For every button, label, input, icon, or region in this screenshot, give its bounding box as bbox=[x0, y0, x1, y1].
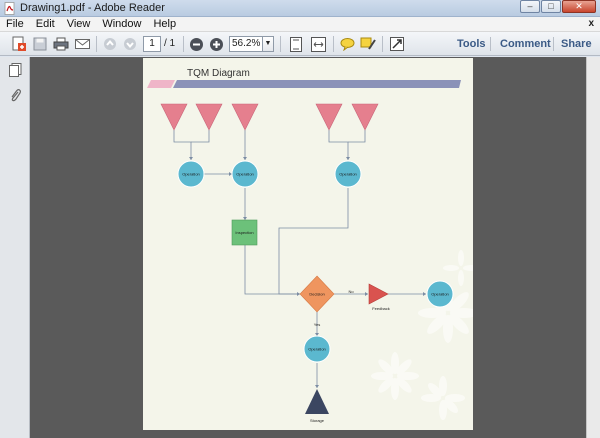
feedback-label: Feedback bbox=[372, 306, 390, 311]
toolbar-separator bbox=[96, 36, 97, 52]
fit-page-button[interactable] bbox=[286, 35, 306, 53]
fit-width-icon bbox=[310, 36, 326, 52]
title-bar: Drawing1.pdf - Adobe Reader – □ ✕ bbox=[0, 0, 600, 17]
attachments-icon[interactable] bbox=[9, 88, 22, 102]
operation-label: Operation bbox=[182, 172, 200, 177]
previous-page-icon bbox=[104, 38, 116, 50]
toolbar-separator bbox=[333, 36, 334, 52]
source-triangle bbox=[160, 103, 188, 131]
decision-label: Decision bbox=[309, 292, 324, 297]
operation-label: Operation bbox=[308, 347, 326, 352]
source-triangle bbox=[195, 103, 223, 131]
chevron-down-icon: ▼ bbox=[264, 40, 272, 47]
menu-window[interactable]: Window bbox=[96, 17, 147, 31]
save-icon bbox=[33, 37, 47, 51]
flower-decoration bbox=[371, 250, 473, 420]
source-triangle bbox=[351, 103, 379, 131]
email-button[interactable] bbox=[73, 35, 91, 53]
title-band-right bbox=[173, 80, 461, 88]
menu-view[interactable]: View bbox=[61, 17, 97, 31]
page-number-input[interactable]: 1 bbox=[143, 36, 161, 52]
maximize-button[interactable]: □ bbox=[541, 0, 561, 13]
pdf-page: Operation Operation Operation Operation … bbox=[143, 58, 473, 430]
highlight-button[interactable] bbox=[359, 35, 377, 53]
operation-label: Operation bbox=[339, 172, 357, 177]
pages-panel-icon[interactable] bbox=[9, 63, 22, 77]
connector-lines bbox=[173, 130, 426, 388]
no-label: No bbox=[348, 289, 354, 294]
source-triangles bbox=[160, 103, 379, 131]
close-window-button[interactable]: ✕ bbox=[562, 0, 596, 13]
toolbar-separator bbox=[382, 36, 383, 52]
close-document-button[interactable]: x bbox=[588, 18, 594, 29]
vertical-scrollbar[interactable] bbox=[586, 57, 600, 438]
window-title: Drawing1.pdf - Adobe Reader bbox=[20, 2, 165, 14]
comment-icon bbox=[340, 38, 354, 51]
toolbar-separator bbox=[280, 36, 281, 52]
create-pdf-button[interactable] bbox=[9, 35, 29, 53]
storage-node bbox=[305, 389, 329, 414]
zoom-dropdown-button[interactable]: ▼ bbox=[262, 36, 274, 52]
feedback-node bbox=[368, 283, 389, 305]
source-triangle bbox=[231, 103, 259, 131]
menu-file[interactable]: File bbox=[0, 17, 30, 31]
zoom-in-icon bbox=[209, 37, 223, 51]
comment-panel-button[interactable]: Comment bbox=[500, 38, 551, 50]
zoom-level-input[interactable]: 56.2% bbox=[229, 36, 263, 52]
print-button[interactable] bbox=[51, 35, 71, 53]
operation-label: Operation bbox=[431, 292, 449, 297]
toolbar-separator bbox=[490, 37, 491, 51]
navigation-pane bbox=[0, 57, 30, 438]
menu-bar: File Edit View Window Help x bbox=[0, 17, 600, 32]
fit-page-icon bbox=[290, 36, 302, 52]
page-total: / 1 bbox=[164, 38, 176, 49]
previous-page-button[interactable] bbox=[101, 35, 119, 53]
zoom-in-button[interactable] bbox=[207, 35, 225, 53]
inspection-label: Inspection bbox=[235, 230, 253, 235]
create-pdf-icon bbox=[12, 36, 26, 51]
zoom-out-icon bbox=[189, 37, 203, 51]
menu-help[interactable]: Help bbox=[147, 17, 182, 31]
yes-label: Yes bbox=[314, 322, 321, 327]
highlight-icon bbox=[360, 37, 376, 50]
operation-label: Operation bbox=[236, 172, 254, 177]
toolbar-separator bbox=[183, 36, 184, 52]
share-button[interactable]: Share bbox=[561, 38, 592, 50]
zoom-out-button[interactable] bbox=[187, 35, 205, 53]
comment-button[interactable] bbox=[338, 35, 356, 53]
menu-edit[interactable]: Edit bbox=[30, 17, 61, 31]
full-screen-button[interactable] bbox=[388, 35, 406, 53]
tqm-diagram: Operation Operation Operation Operation … bbox=[147, 80, 473, 423]
storage-label: Storage bbox=[310, 418, 325, 423]
next-page-icon bbox=[124, 38, 136, 50]
tools-button[interactable]: Tools bbox=[457, 38, 486, 50]
pdf-file-icon bbox=[4, 2, 15, 15]
print-icon bbox=[53, 37, 69, 51]
source-triangle bbox=[315, 103, 343, 131]
minimize-button[interactable]: – bbox=[520, 0, 540, 13]
document-viewport[interactable]: Operation Operation Operation Operation … bbox=[30, 57, 600, 438]
toolbar-separator bbox=[553, 37, 554, 51]
toolbar: 1 / 1 56.2% ▼ Tools Comment Share bbox=[0, 32, 600, 56]
next-page-button[interactable] bbox=[121, 35, 139, 53]
save-button[interactable] bbox=[31, 35, 49, 53]
full-screen-icon bbox=[390, 37, 404, 51]
title-band-left bbox=[147, 80, 175, 88]
diagram-title: TQM Diagram bbox=[187, 68, 250, 79]
fit-width-button[interactable] bbox=[308, 35, 328, 53]
email-icon bbox=[74, 39, 90, 49]
